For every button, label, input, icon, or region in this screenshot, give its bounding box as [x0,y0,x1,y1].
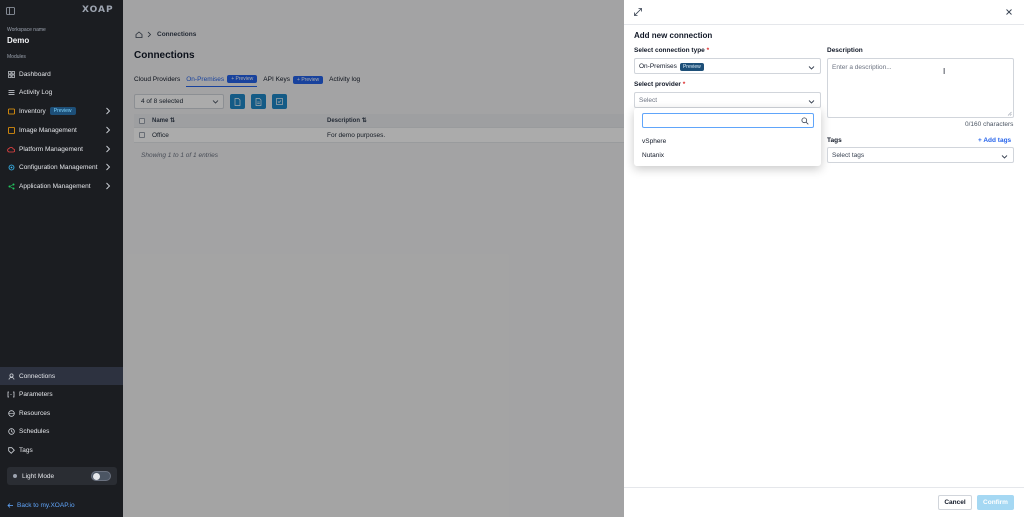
description-label: Description [827,47,863,54]
preview-badge: Preview [679,63,704,71]
chevron-right-icon [106,126,111,134]
sidebar-item-label: Resources [19,409,51,417]
list-icon [7,88,15,96]
char-count: 0/160 characters [965,121,1014,128]
back-link[interactable]: Back to my.XOAP.io [7,502,75,509]
modal-backdrop[interactable] [123,0,624,517]
provider-placeholder: Select [639,97,658,104]
sidebar: XOAP Workspace name Demo Modules Dashboa… [0,0,123,517]
drawer-title: Add new connection [634,31,713,40]
tags-placeholder: Select tags [832,152,865,159]
sidebar-item-label: Dashboard [19,70,51,78]
chevron-right-icon [106,163,111,171]
chevron-right-icon [106,145,111,153]
parameters-icon [7,390,15,398]
drawer-footer: Cancel Confirm [624,487,1024,517]
close-icon[interactable] [1005,8,1013,16]
add-tags-button[interactable]: + Add tags [978,137,1011,144]
chevron-right-icon [106,107,111,115]
sidebar-item-schedules[interactable]: Schedules [0,422,123,440]
connection-type-value: On-Premises [639,63,677,70]
sidebar-item-label: Configuration Management [19,163,98,171]
connection-type-select[interactable]: On-Premises Preview [634,58,821,74]
sidebar-item-configuration-management[interactable]: Configuration Management [0,158,123,176]
config-icon [7,163,15,171]
resize-handle-icon[interactable] [1007,111,1012,116]
tags-select[interactable]: Select tags [827,147,1014,163]
tag-icon [7,446,15,454]
search-icon [801,117,809,125]
sidebar-item-label: Activity Log [19,88,53,96]
sidebar-item-inventory[interactable]: Inventory Preview [0,102,123,120]
add-connection-drawer: Add new connection Select connection typ… [624,0,1024,517]
workspace-name[interactable]: Demo [7,36,29,45]
confirm-button[interactable]: Confirm [977,495,1014,510]
expand-icon[interactable] [634,8,642,16]
light-mode-toggle[interactable] [91,471,111,481]
sidebar-item-label: Platform Management [19,145,83,153]
connection-type-label: Select connection type * [634,47,710,54]
chevron-right-icon [106,182,111,190]
provider-dropdown: vSphere Nutanix [634,108,821,166]
description-textarea[interactable]: Enter a description... [827,58,1014,118]
sidebar-item-label: Application Management [19,182,91,190]
drawer-header [624,0,1024,25]
connections-icon [7,372,15,380]
sidebar-item-image-management[interactable]: Image Management [0,121,123,139]
back-link-label: Back to my.XOAP.io [17,502,75,509]
sidebar-item-parameters[interactable]: Parameters [0,385,123,403]
cancel-button[interactable]: Cancel [938,495,972,510]
required-mark: * [706,47,710,54]
sidebar-item-resources[interactable]: Resources [0,404,123,422]
sidebar-item-activity-log[interactable]: Activity Log [0,83,123,101]
chevron-down-icon [1001,155,1008,159]
xoap-logo: XOAP [82,5,114,15]
provider-option-vsphere[interactable]: vSphere [642,138,666,145]
sidebar-header: XOAP [0,0,123,22]
sidebar-item-connections[interactable]: Connections [0,367,123,385]
image-icon [7,126,15,134]
inventory-icon [7,107,15,115]
tags-label: Tags [827,137,842,144]
workspace-label: Workspace name [7,27,46,33]
sidebar-item-label: Connections [19,372,56,380]
dashboard-icon [7,70,15,78]
sidebar-toggle-icon[interactable] [6,7,15,15]
provider-label: Select provider * [634,81,686,88]
sidebar-item-label: Tags [19,446,33,454]
sidebar-item-label: Inventory [19,107,46,115]
modules-label: Modules [7,54,26,60]
description-placeholder: Enter a description... [832,64,892,71]
provider-search-input[interactable] [642,113,814,128]
sidebar-item-dashboard[interactable]: Dashboard [0,65,123,83]
light-mode-label: Light Mode [22,472,55,480]
exit-icon [7,503,13,508]
sidebar-item-platform-management[interactable]: Platform Management [0,140,123,158]
sidebar-item-label: Parameters [19,390,53,398]
preview-badge: Preview [49,107,76,115]
text-cursor-icon: I [943,67,946,76]
provider-option-nutanix[interactable]: Nutanix [642,152,664,159]
share-icon [7,182,15,190]
cloud-icon [7,145,15,153]
chevron-down-icon [808,66,815,70]
light-mode-row: Light Mode [7,467,117,485]
chevron-down-icon [808,100,815,104]
sidebar-item-label: Schedules [19,427,50,435]
sidebar-item-application-management[interactable]: Application Management [0,177,123,195]
required-mark: * [682,81,686,88]
sidebar-item-tags[interactable]: Tags [0,441,123,459]
provider-select[interactable]: Select [634,92,821,108]
clock-icon [7,427,15,435]
sidebar-item-label: Image Management [19,126,77,134]
sun-icon [13,474,17,478]
resources-icon [7,409,15,417]
